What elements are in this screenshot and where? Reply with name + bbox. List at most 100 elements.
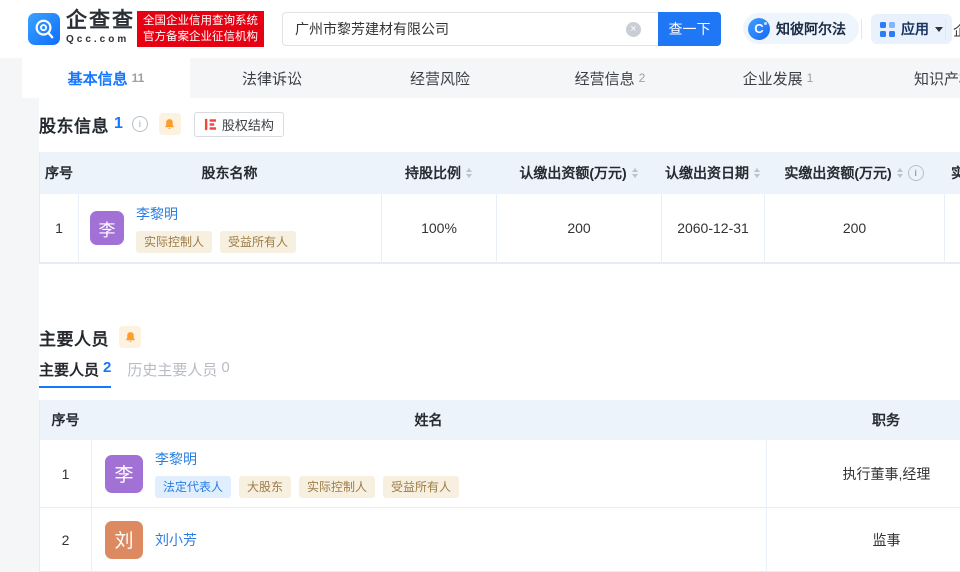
main-content: 股东信息 1 股权结构 序号 股东名称 持股比例 — [39, 98, 960, 572]
cell-person: 刘 刘小芳 — [91, 508, 766, 572]
qcc-company-page: 企查查 Qcc.com 全国企业信用查询系统 官方备案企业征信机构 查一下 C … — [0, 0, 960, 572]
col-label: 序号 — [52, 410, 80, 430]
col-header-paid-date: 实缴出资日期 — [944, 152, 960, 194]
tab-label: 基本信息 — [68, 68, 128, 89]
tab-intellectual-property[interactable]: 知识产权 — [862, 58, 960, 98]
zhibi-alpha-button[interactable]: C 知彼阿尔法 — [743, 13, 859, 44]
position-value: 监事 — [873, 530, 901, 550]
sort-icon[interactable] — [466, 168, 472, 178]
brand-name: 企查查 — [66, 10, 135, 31]
tag-row: 实际控制人 受益所有人 — [136, 231, 296, 253]
tag-actual-controller: 实际控制人 — [299, 476, 375, 498]
col-label: 职务 — [872, 410, 900, 430]
cell-no: 1 — [40, 440, 91, 508]
magnifier-glyph — [33, 18, 55, 40]
cell-position: 监事 — [766, 508, 960, 572]
tag-beneficial-owner: 受益所有人 — [220, 231, 296, 253]
brand-wordmark[interactable]: 企查查 Qcc.com — [66, 10, 135, 45]
col-label: 股东名称 — [202, 163, 258, 183]
info-icon[interactable] — [908, 165, 924, 181]
avatar: 李 — [105, 455, 143, 493]
subtab-current-personnel[interactable]: 主要人员 2 — [39, 359, 111, 388]
col-label: 持股比例 — [405, 163, 461, 183]
tag-row: 法定代表人 大股东 实际控制人 受益所有人 — [155, 476, 459, 498]
position-value: 执行董事,经理 — [843, 464, 931, 484]
sort-icon[interactable] — [632, 168, 638, 178]
avatar: 李 — [90, 211, 124, 245]
col-header-no: 序号 — [40, 400, 91, 440]
tag-major-shareholder: 大股东 — [239, 476, 291, 498]
tab-company-development[interactable]: 企业发展 1 — [694, 58, 862, 98]
equity-structure-icon — [204, 118, 217, 131]
section-title: 主要人员 — [39, 325, 109, 350]
col-header-name: 姓名 — [91, 400, 766, 440]
cell-ratio: 100% — [381, 194, 496, 263]
tab-count: 2 — [639, 71, 646, 85]
col-label: 认缴出资额(万元) — [519, 163, 626, 183]
badge-line-1: 全国企业信用查询系统 — [143, 15, 258, 27]
tab-legal-litigation[interactable]: 法律诉讼 — [190, 58, 358, 98]
equity-structure-button[interactable]: 股权结构 — [194, 112, 284, 137]
bell-icon[interactable] — [119, 326, 141, 348]
search-input[interactable] — [282, 12, 658, 46]
col-label: 认缴出资日期 — [665, 163, 749, 183]
shareholder-section-header: 股东信息 1 股权结构 — [39, 111, 960, 137]
section-title: 股东信息 — [39, 112, 109, 137]
col-label: 序号 — [45, 163, 73, 183]
qcc-logo-icon[interactable] — [28, 13, 60, 45]
tab-operating-info[interactable]: 经营信息 2 — [526, 58, 694, 98]
tab-operating-risk[interactable]: 经营风险 — [358, 58, 526, 98]
equity-structure-label: 股权结构 — [222, 115, 274, 134]
personnel-subtabs: 主要人员 2 历史主要人员 0 — [39, 362, 960, 388]
tab-label: 经营信息 — [575, 68, 635, 89]
section-count: 1 — [114, 115, 123, 133]
sort-icon[interactable] — [897, 168, 903, 178]
apps-grid-icon — [880, 22, 895, 37]
col-header-position: 职务 — [766, 400, 960, 440]
search-button[interactable]: 查一下 — [658, 12, 721, 46]
tag-legal-representative: 法定代表人 — [155, 476, 231, 498]
person-name-link[interactable]: 李黎明 — [155, 449, 459, 469]
row-number: 2 — [62, 532, 70, 548]
cell-position: 执行董事,经理 — [766, 440, 960, 508]
subtab-history-personnel[interactable]: 历史主要人员 0 — [127, 359, 229, 388]
bell-icon[interactable] — [159, 113, 181, 135]
col-header-subscribed-amount: 认缴出资额(万元) — [496, 152, 661, 194]
sort-icon[interactable] — [754, 168, 760, 178]
info-icon[interactable] — [132, 116, 148, 132]
clear-input-icon[interactable] — [626, 22, 641, 37]
personnel-section-header: 主要人员 — [39, 324, 960, 350]
apps-label: 应用 — [901, 19, 929, 39]
apps-menu-button[interactable]: 应用 — [871, 14, 952, 44]
cell-subscribed-date: 2060-12-31 — [661, 194, 764, 263]
col-header-no: 序号 — [40, 152, 78, 194]
shareholder-name-link[interactable]: 李黎明 — [136, 204, 296, 224]
shareholder-table: 序号 股东名称 持股比例 认缴出资额(万元) 认缴出资日期 实缴出资额(万元) … — [39, 152, 960, 264]
ratio-value: 100% — [421, 220, 457, 236]
brand-domain: Qcc.com — [66, 35, 135, 45]
tag-beneficial-owner: 受益所有人 — [383, 476, 459, 498]
subtab-label: 历史主要人员 — [127, 359, 217, 380]
col-header-subscribed-date: 认缴出资日期 — [661, 152, 764, 194]
cell-paid-date — [944, 194, 960, 263]
cell-subscribed-amount: 200 — [496, 194, 661, 263]
zhibi-label: 知彼阿尔法 — [776, 19, 846, 39]
tab-count: 11 — [132, 71, 145, 85]
tab-count: 1 — [807, 71, 814, 85]
header-divider — [945, 19, 946, 39]
tab-label: 经营风险 — [410, 68, 470, 89]
tab-label: 企业发展 — [743, 68, 803, 89]
caret-down-icon — [935, 27, 943, 32]
subtab-label: 主要人员 — [39, 359, 99, 380]
tab-label: 知识产权 — [914, 68, 960, 89]
tab-basic-info[interactable]: 基本信息 11 — [22, 58, 190, 98]
col-label: 实缴出资日期 — [951, 163, 960, 183]
cell-person: 李 李黎明 法定代表人 大股东 实际控制人 受益所有人 — [91, 440, 766, 508]
tab-label: 法律诉讼 — [242, 68, 302, 89]
search-bar: 查一下 — [282, 12, 721, 46]
col-header-paid-amount: 实缴出资额(万元) — [764, 152, 944, 194]
col-header-shareholder-name: 股东名称 — [78, 152, 381, 194]
person-name-link[interactable]: 刘小芳 — [155, 530, 197, 550]
subtab-count: 2 — [103, 359, 111, 380]
subscribed-value: 200 — [567, 220, 590, 236]
